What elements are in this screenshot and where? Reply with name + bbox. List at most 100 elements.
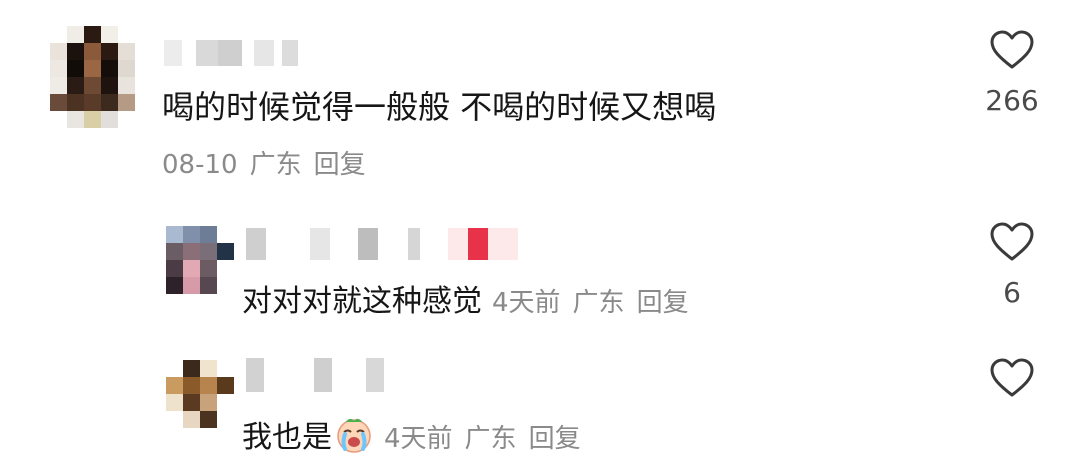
username-blur-block <box>468 228 488 260</box>
avatar-pixel <box>67 94 84 111</box>
avatar-pixel <box>50 77 67 94</box>
avatar-pixel <box>200 226 217 243</box>
like-count: 266 <box>985 84 1039 117</box>
comment-2: 对对对就这种感觉 4天前 广东 回复 6 <box>0 212 1080 322</box>
avatar-pixel <box>84 94 101 111</box>
avatar-pixel <box>217 277 234 294</box>
avatar[interactable] <box>50 26 135 128</box>
comment-3: 我也是 4天前 广东 回复 <box>0 348 1080 458</box>
username-blurred[interactable] <box>246 358 384 392</box>
avatar-pixel <box>67 60 84 77</box>
avatar-pixel <box>67 77 84 94</box>
avatar-pixel <box>166 394 183 411</box>
avatar-pixel <box>67 111 84 128</box>
avatar-pixel <box>217 377 234 394</box>
comment-text: 喝的时候觉得一般般 不喝的时候又想喝 <box>162 88 717 126</box>
avatar[interactable] <box>166 226 234 294</box>
avatar-pixel <box>67 26 84 43</box>
avatar-pixel <box>183 260 200 277</box>
comment-1: 喝的时候觉得一般般 不喝的时候又想喝 08-10 广东 回复 266 <box>0 0 1080 200</box>
comment-date: 08-10 <box>162 150 238 180</box>
avatar-pixel <box>183 277 200 294</box>
comment-row: 我也是 4天前 广东 回复 <box>242 412 581 456</box>
comment-text: 我也是 <box>242 420 332 455</box>
avatar-pixel <box>166 377 183 394</box>
avatar-pixel <box>166 260 183 277</box>
username-blur-block <box>358 228 378 260</box>
avatar-pixel <box>84 77 101 94</box>
username-blur-block <box>408 228 420 260</box>
username-blur-block <box>314 358 332 392</box>
username-blur-block <box>242 40 254 66</box>
like-section: 6 <box>982 222 1042 309</box>
avatar-pixel <box>101 77 118 94</box>
avatar-pixel <box>118 94 135 111</box>
heart-icon[interactable] <box>989 30 1035 70</box>
avatar-pixel <box>50 26 67 43</box>
username-blur-block <box>366 358 384 392</box>
avatar-pixel <box>217 360 234 377</box>
username-blur-block <box>448 228 468 260</box>
avatar-pixel <box>101 43 118 60</box>
username-blur-block <box>310 228 330 260</box>
username-blur-block <box>488 228 518 260</box>
avatar-pixel <box>217 411 234 428</box>
avatar-pixel <box>183 411 200 428</box>
avatar-pixel <box>183 243 200 260</box>
avatar-pixel <box>200 243 217 260</box>
avatar-pixel <box>217 260 234 277</box>
like-section <box>982 358 1042 408</box>
avatar-pixel <box>118 60 135 77</box>
avatar-pixel <box>217 394 234 411</box>
reply-button[interactable]: 回复 <box>637 288 689 318</box>
avatar-pixel <box>50 60 67 77</box>
avatar-pixel <box>183 394 200 411</box>
reply-button[interactable]: 回复 <box>314 150 366 180</box>
comment-meta: 08-10 广东 回复 <box>162 144 366 181</box>
heart-icon[interactable] <box>989 222 1035 262</box>
comment-region: 广东 <box>249 150 302 180</box>
avatar-pixel <box>84 26 101 43</box>
avatar-pixel <box>67 43 84 60</box>
avatar-pixel <box>166 226 183 243</box>
comment-meta: 4天前 广东 回复 <box>384 424 581 454</box>
avatar-pixel <box>101 94 118 111</box>
comment-region: 广东 <box>464 424 517 454</box>
avatar-pixel <box>101 60 118 77</box>
avatar-pixel <box>166 360 183 377</box>
username-blurred[interactable] <box>164 40 298 66</box>
avatar-pixel <box>84 43 101 60</box>
username-blur-block <box>196 40 218 66</box>
username-blur-block <box>246 358 264 392</box>
reply-button[interactable]: 回复 <box>529 424 581 454</box>
username-blur-block <box>182 40 196 66</box>
comment-meta: 4天前 广东 回复 <box>492 288 689 318</box>
avatar-pixel <box>200 411 217 428</box>
avatar-pixel <box>166 277 183 294</box>
avatar-pixel <box>118 26 135 43</box>
avatar-pixel <box>183 360 200 377</box>
avatar-pixel <box>200 277 217 294</box>
avatar-pixel <box>166 243 183 260</box>
username-blur-block <box>264 358 298 392</box>
avatar-pixel <box>200 260 217 277</box>
username-blur-block <box>218 40 242 66</box>
avatar[interactable] <box>166 360 234 428</box>
heart-icon[interactable] <box>989 358 1035 398</box>
avatar-pixel <box>166 411 183 428</box>
username-blur-block <box>378 228 408 260</box>
like-count: 6 <box>1003 276 1021 309</box>
avatar-pixel <box>84 111 101 128</box>
avatar-pixel <box>50 94 67 111</box>
comment-time: 4天前 <box>492 288 561 318</box>
comment-text: 对对对就这种感觉 <box>242 284 482 319</box>
comment-time: 4天前 <box>384 424 453 454</box>
username-blur-block <box>164 40 182 66</box>
avatar-pixel <box>217 226 234 243</box>
username-blurred[interactable] <box>246 228 518 260</box>
comment-row: 对对对就这种感觉 4天前 广东 回复 <box>242 276 689 320</box>
crying-face-emoji-icon <box>337 418 371 453</box>
avatar-pixel <box>200 394 217 411</box>
username-blur-block <box>282 40 298 66</box>
username-blur-block <box>330 228 358 260</box>
